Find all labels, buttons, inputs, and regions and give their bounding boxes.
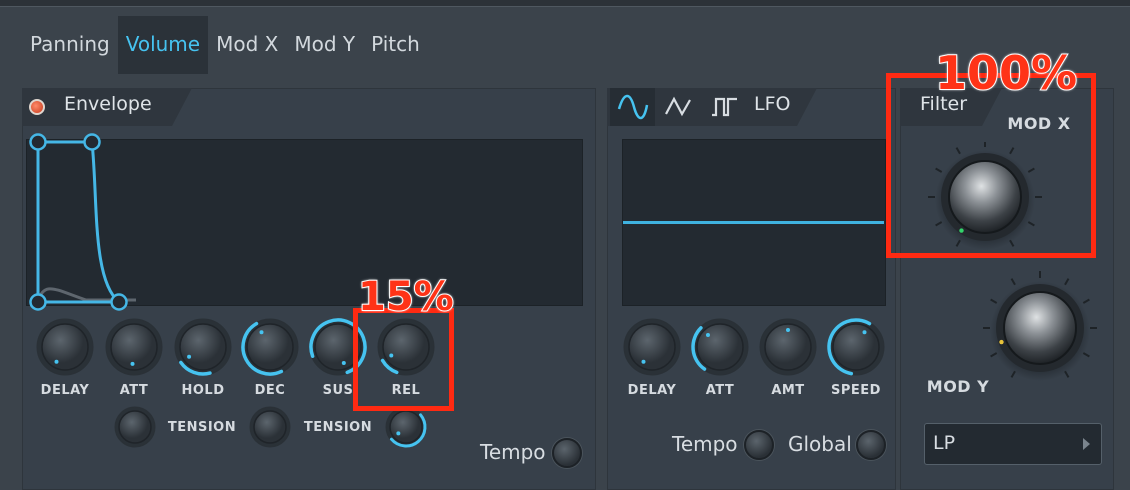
env-delay-knob[interactable] [35, 317, 95, 377]
dropdown-arrow-icon [1083, 438, 1090, 450]
lfo-global-label: Global [788, 432, 852, 456]
tab-panning[interactable]: Panning [22, 16, 118, 74]
envelope-curve[interactable] [26, 130, 226, 315]
env-tempo-toggle[interactable] [552, 438, 582, 468]
env-delay-label: DELAY [40, 383, 90, 398]
lfo-delay-knob[interactable] [622, 317, 682, 377]
env-tempo-label: Tempo [480, 440, 546, 464]
mod-y-knob[interactable] [977, 267, 1103, 389]
mod-y-label: MOD Y [926, 377, 990, 396]
pulse-wave-icon[interactable] [710, 94, 740, 120]
tab-mod-y[interactable]: Mod Y [286, 16, 363, 74]
envelope-node-release [110, 293, 128, 311]
envelope-node-origin [29, 293, 47, 311]
lfo-speed-knob[interactable] [826, 317, 886, 377]
rel-value-annotation: 15% [357, 273, 455, 321]
filter-type-dropdown[interactable]: LP [924, 423, 1102, 465]
tab-pitch[interactable]: Pitch [363, 16, 428, 74]
lfo-tempo-toggle[interactable] [744, 430, 774, 460]
envelope-title: Envelope [64, 93, 152, 115]
tension-knob-2[interactable] [248, 405, 292, 449]
tab-mod-x[interactable]: Mod X [208, 16, 286, 74]
lfo-tempo-label: Tempo [672, 432, 738, 456]
tension-label-1: TENSION [167, 420, 237, 435]
envelope-enable-led[interactable] [29, 99, 45, 115]
lfo-amt-knob[interactable] [758, 317, 818, 377]
tension-label-2: TENSION [303, 420, 373, 435]
tension-knob-1[interactable] [113, 405, 157, 449]
env-dec-knob[interactable] [240, 317, 300, 377]
lfo-title: LFO [754, 93, 791, 115]
triangle-wave-icon[interactable] [664, 94, 694, 120]
lfo-global-toggle[interactable] [856, 430, 886, 460]
lfo-att-knob[interactable] [690, 317, 750, 377]
mod-x-value-annotation: 100% [934, 45, 1078, 101]
lfo-speed-label: SPEED [831, 383, 881, 398]
filter-type-value: LP [933, 432, 956, 454]
rel-highlight-box [353, 308, 454, 411]
window-top-strip [0, 0, 1130, 7]
tension-knob-3[interactable] [384, 405, 428, 449]
tab-volume[interactable]: Volume [117, 16, 209, 74]
mod-x-highlight-box [886, 73, 1096, 258]
env-att-label: ATT [119, 383, 149, 398]
env-hold-knob[interactable] [173, 317, 233, 377]
sine-wave-icon[interactable] [617, 94, 649, 120]
lfo-waveform-line [623, 221, 884, 224]
envelope-node-start [29, 133, 47, 151]
env-att-knob[interactable] [104, 317, 164, 377]
envelope-node-hold [83, 133, 101, 151]
mode-tabs: Panning Volume Mod X Mod Y Pitch [22, 16, 428, 74]
